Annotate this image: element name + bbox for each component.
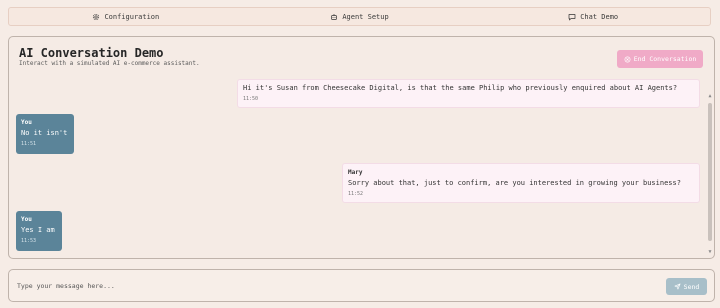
close-circle-icon: [624, 56, 631, 62]
gear-icon: [93, 13, 100, 20]
tab-configuration[interactable]: Configuration: [9, 8, 243, 25]
page-subtitle: Interact with a simulated AI e-commerce …: [19, 60, 200, 67]
message-time: 11:51: [21, 140, 37, 147]
end-conversation-button[interactable]: End Conversation: [617, 50, 703, 68]
message-time: 11:50: [243, 96, 259, 103]
chat-icon: [568, 13, 576, 20]
scroll-up-arrow-icon[interactable]: ▲: [707, 93, 713, 99]
chat-message-user: You Yes I am 11:53: [16, 211, 62, 251]
tab-chat-demo[interactable]: Chat Demo: [476, 8, 710, 25]
message-time: 11:52: [348, 190, 364, 197]
message-text: Sorry about that, just to confirm, are y…: [348, 178, 681, 187]
chat-message-agent: Hi it's Susan from Cheesecake Digital, i…: [237, 79, 700, 108]
message-text: Yes I am: [21, 225, 55, 234]
message-sender: You: [21, 119, 32, 126]
send-icon: [674, 283, 681, 290]
chat-message-agent: Mary Sorry about that, just to confirm, …: [342, 163, 700, 203]
scroll-down-arrow-icon[interactable]: ▼: [707, 249, 713, 255]
tab-label: Configuration: [104, 12, 160, 21]
send-button[interactable]: Send: [666, 278, 707, 295]
send-label: Send: [683, 282, 700, 291]
bot-icon: [331, 13, 338, 20]
scroll-thumb[interactable]: [708, 103, 712, 241]
tab-label: Chat Demo: [580, 12, 619, 21]
end-conversation-label: End Conversation: [633, 55, 697, 63]
page-title: AI Conversation Demo: [19, 46, 164, 60]
chat-scrollbar[interactable]: ▲ ▼: [707, 93, 713, 255]
tab-agent-setup[interactable]: Agent Setup: [243, 8, 477, 25]
message-sender: You: [21, 216, 32, 223]
tab-label: Agent Setup: [342, 12, 389, 21]
chat-message-user: You No it isn't 11:51: [16, 114, 74, 154]
message-sender: Mary: [348, 169, 363, 176]
message-text: Hi it's Susan from Cheesecake Digital, i…: [243, 84, 678, 92]
tab-bar: Configuration Agent Setup Chat Demo: [8, 7, 711, 26]
chat-panel: AI Conversation Demo Interact with a sim…: [8, 36, 715, 259]
message-text: No it isn't: [21, 128, 68, 137]
message-time: 11:53: [21, 237, 37, 244]
message-input[interactable]: [17, 278, 657, 294]
message-composer: Send: [8, 269, 715, 302]
